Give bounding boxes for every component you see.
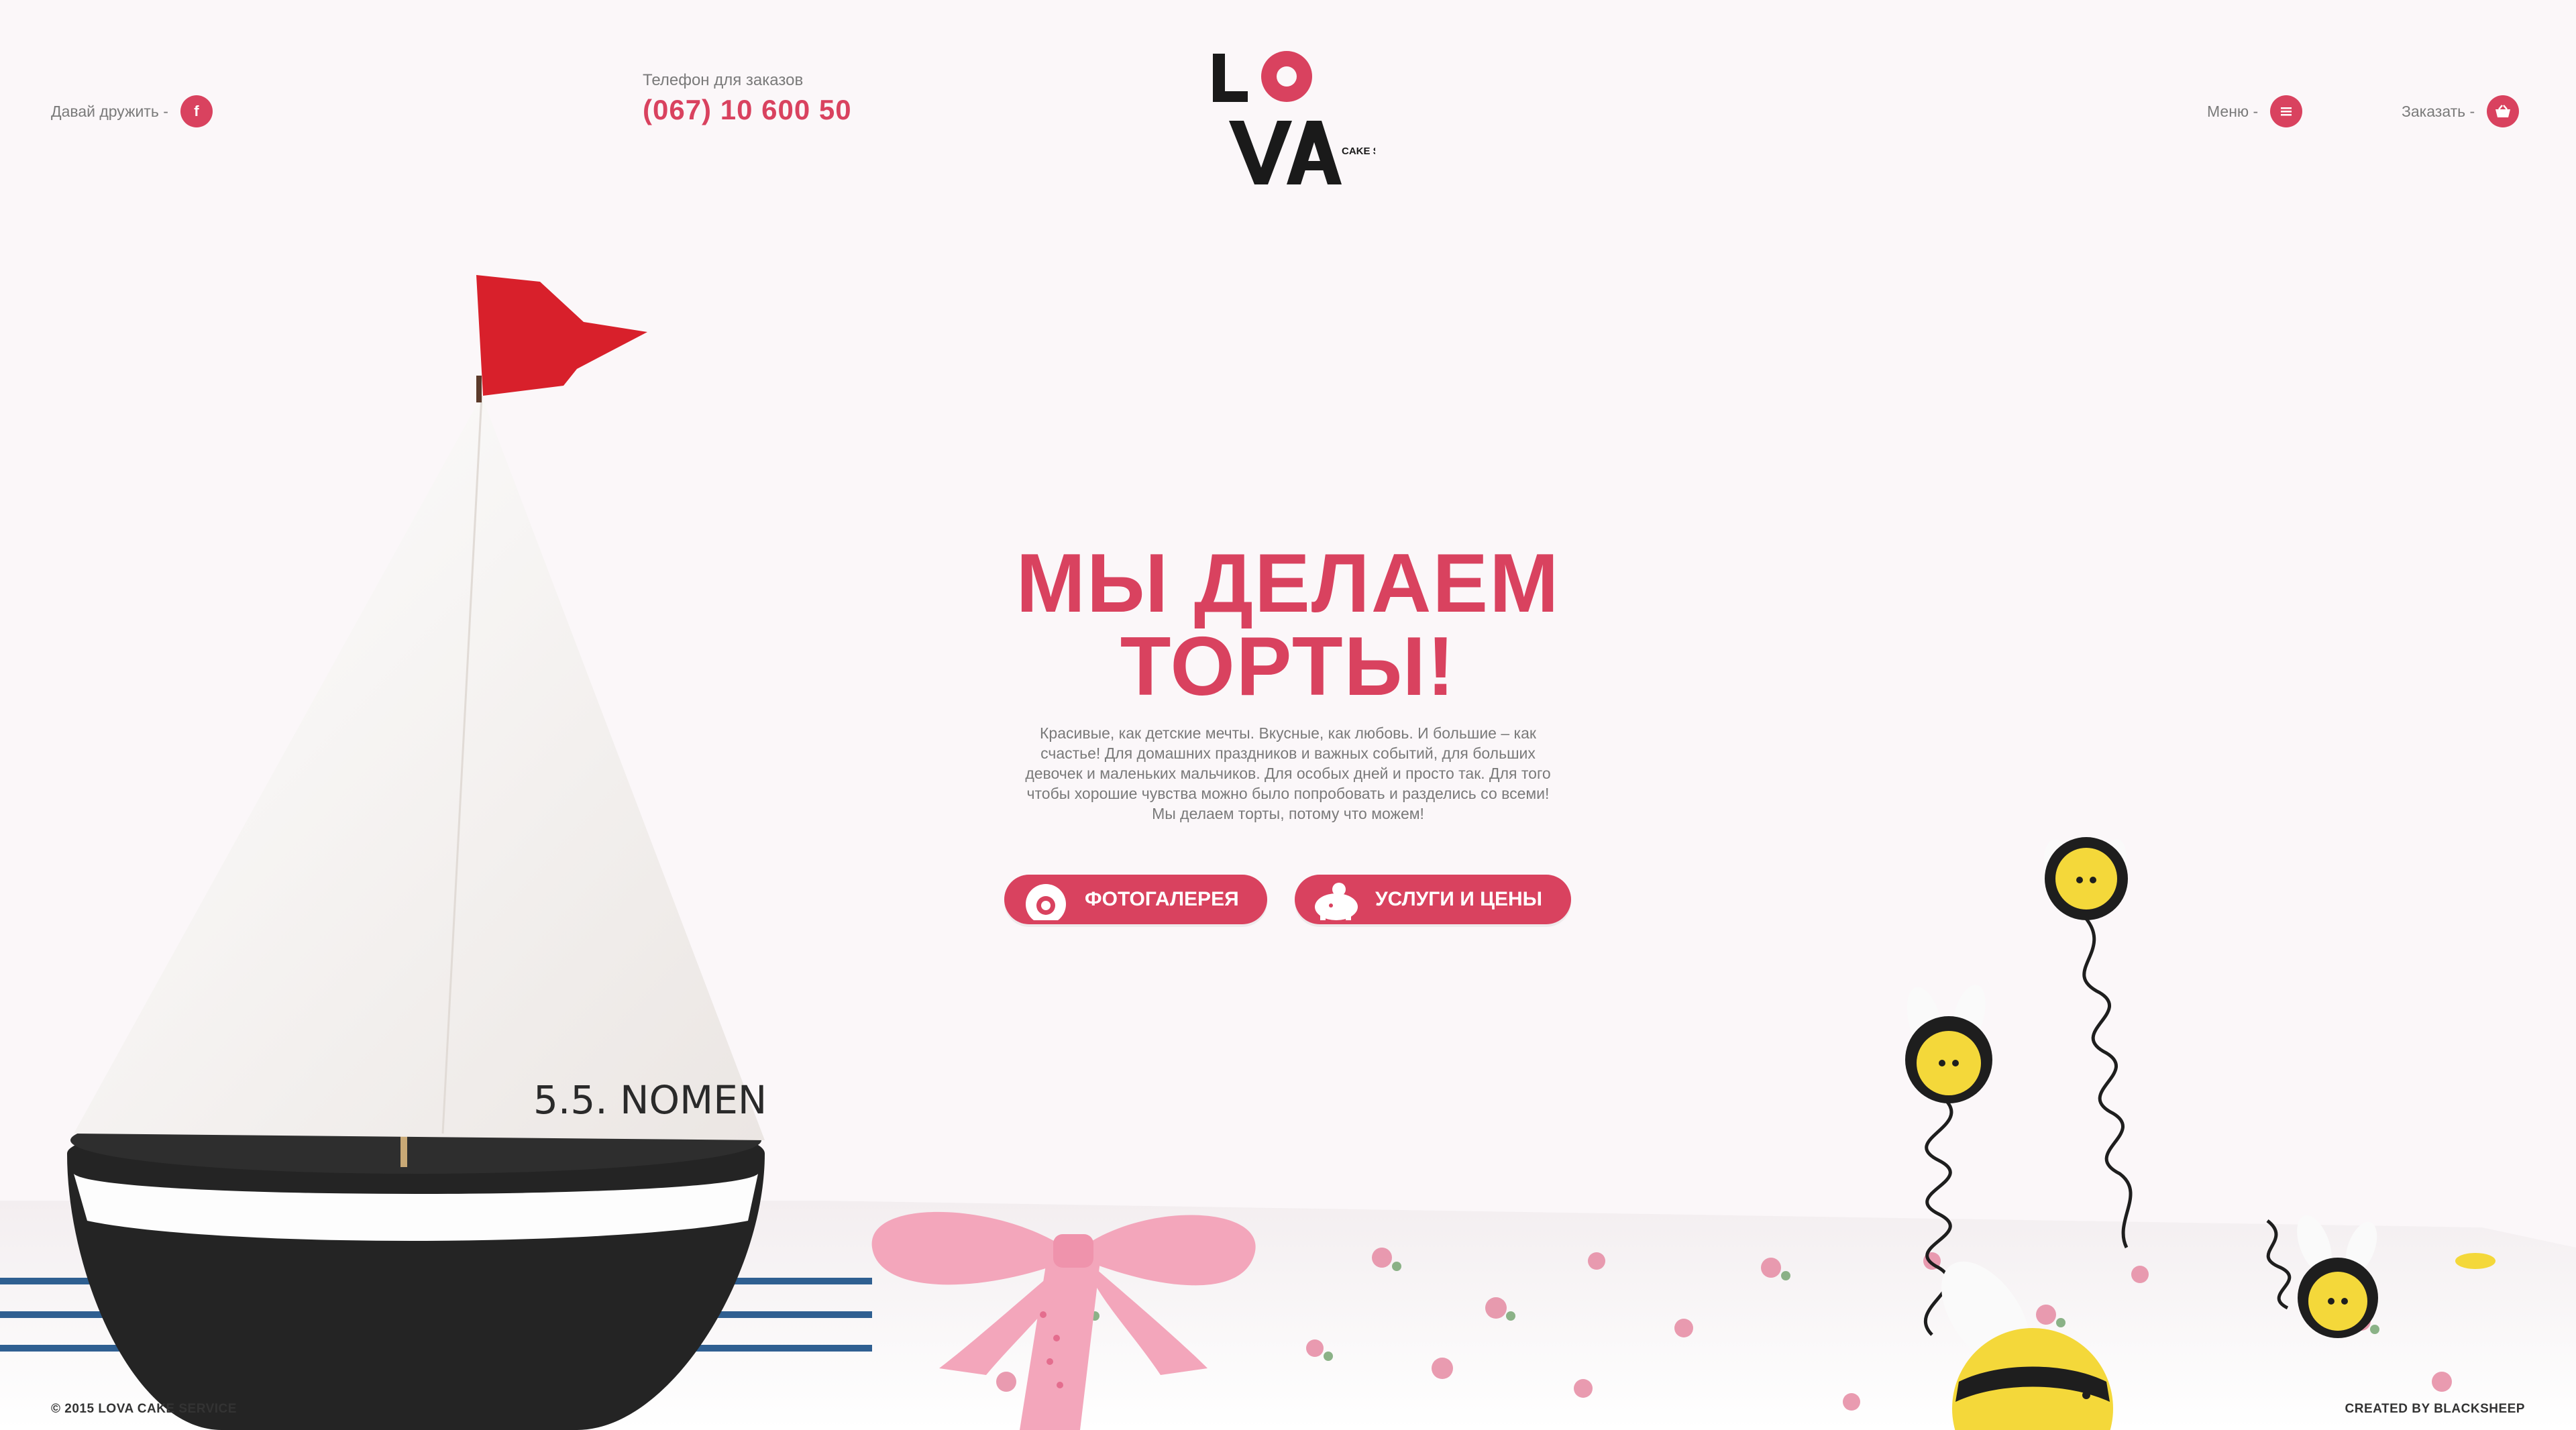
camera-icon — [1026, 884, 1066, 920]
copyright: © 2015 LOVA CAKE SERVICE — [51, 1402, 237, 1416]
basket-icon[interactable] — [2487, 95, 2520, 127]
hero-description: Красивые, как детские мечты. Вкусные, ка… — [1025, 724, 1551, 822]
phone-number[interactable]: (067) 10 600 50 — [643, 94, 852, 126]
logo-mark: CAKE SERVICE — [1213, 51, 1417, 184]
menu-icon[interactable] — [2270, 95, 2303, 127]
logo-subtitle: CAKE SERVICE — [1342, 146, 1375, 157]
hero-title-line1: МЫ ДЕЛАЕМ — [1016, 537, 1560, 630]
menu-link[interactable]: Меню - — [2207, 95, 2303, 127]
services-button-label: УСЛУГИ И ЦЕНЫ — [1375, 888, 1543, 910]
gallery-button[interactable]: ФОТОГАЛЕРЕЯ — [1004, 875, 1267, 924]
menu-label: Меню - — [2207, 102, 2259, 120]
phone-label: Телефон для заказов — [643, 71, 804, 89]
order-link[interactable]: Заказать - — [2402, 95, 2520, 127]
services-button[interactable]: УСЛУГИ И ЦЕНЫ — [1295, 875, 1571, 924]
logo[interactable]: CAKE SERVICE — [1208, 47, 1417, 191]
social-label: Давай дружить - — [51, 102, 168, 120]
order-label: Заказать - — [2402, 102, 2475, 120]
gallery-button-label: ФОТОГАЛЕРЕЯ — [1085, 888, 1239, 910]
social-link[interactable]: Давай дружить - f — [51, 95, 213, 127]
piggy-bank-icon — [1315, 883, 1358, 920]
hero-title: МЫ ДЕЛАЕМ ТОРТЫ! — [953, 542, 1623, 708]
facebook-icon[interactable]: f — [180, 95, 213, 127]
hero-background-image: 5.5. NOMEN — [0, 275, 2576, 1430]
credits-link[interactable]: CREATED BY BLACKSHEEP — [2345, 1402, 2525, 1417]
sail-text: 5.5. NOMEN — [533, 1077, 767, 1123]
phone-block: Телефон для заказов (067) 10 600 50 — [643, 71, 852, 126]
hero-title-line2: ТОРТЫ! — [1120, 620, 1456, 713]
